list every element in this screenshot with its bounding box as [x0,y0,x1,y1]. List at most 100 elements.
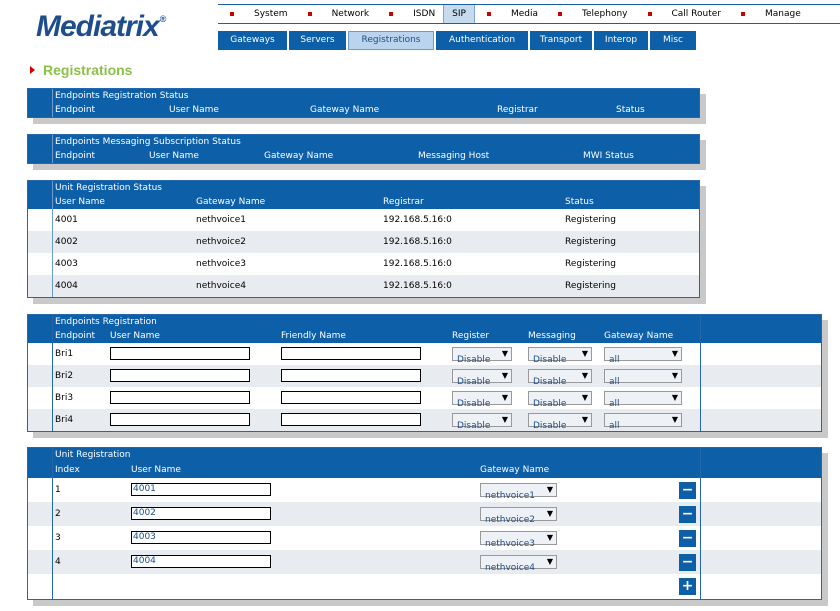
user-name-field[interactable]: 4001 [131,483,271,496]
messaging-select[interactable]: Disable ▼ [528,369,592,387]
chevron-down-icon: ▼ [671,393,678,402]
nav-isdn[interactable]: ISDN [377,5,443,23]
tab-servers[interactable]: Servers [289,31,346,50]
register-select[interactable]: Disable ▼ [452,391,512,409]
tab-misc[interactable]: Misc [650,31,696,50]
friendly-name-field[interactable] [281,391,421,404]
gateway-select[interactable]: all ▼ [604,413,682,431]
gateway-select[interactable]: all ▼ [604,369,682,387]
chevron-down-icon: ▼ [671,415,678,424]
tab-registrations[interactable]: Registrations [348,31,434,50]
user-name-field[interactable] [110,413,250,426]
table-row: 4 4004 nethvoice4 ▼ − [28,550,821,574]
nav-system[interactable]: System [218,5,296,23]
top-nav: System Network ISDN SIP Media Telephony … [218,4,840,24]
remove-button[interactable]: − [679,506,696,523]
user-name-field[interactable] [110,391,250,404]
tab-authentication[interactable]: Authentication [436,31,528,50]
col-endpoint: Endpoint [55,151,96,161]
register-select[interactable]: Disable ▼ [452,413,512,431]
col-index: Index [55,465,80,475]
table-row: 4003 nethvoice3 192.168.5.16:0 Registering [55,259,616,269]
user-name-field[interactable]: 4003 [131,531,271,544]
panel-title: Endpoints Registration [55,317,157,327]
nav-media[interactable]: Media [475,5,546,23]
register-select[interactable]: Disable ▼ [452,369,512,387]
nav-sip[interactable]: SIP [443,5,475,23]
table-row: Bri2 Disable ▼ Disable ▼ all ▼ [28,365,821,387]
remove-button[interactable]: − [679,530,696,547]
col-gateway-name: Gateway Name [264,151,334,161]
messaging-select[interactable]: Disable ▼ [528,347,592,365]
panel-header: Endpoints Registration Status Endpoint U… [28,89,699,117]
col-register: Register [452,331,490,341]
gateway-select[interactable]: nethvoice2 ▼ [480,507,557,525]
gateway-select[interactable]: nethvoice3 ▼ [480,531,557,549]
tab-transport[interactable]: Transport [530,31,592,50]
friendly-name-field[interactable] [281,413,421,426]
chevron-down-icon: ▼ [581,415,588,424]
user-name-field[interactable]: 4004 [131,555,271,568]
chevron-down-icon: ▼ [581,371,588,380]
endpoints-registration-status-panel: Endpoints Registration Status Endpoint U… [27,88,700,118]
col-gateway-name: Gateway Name [310,105,380,115]
add-button[interactable]: + [679,578,696,595]
chevron-down-icon: ▼ [671,371,678,380]
mediatrix-logo: Mediatrix® [36,10,166,43]
page-title: Registrations [30,62,132,78]
friendly-name-field[interactable] [281,369,421,382]
col-status: Status [616,105,645,115]
chevron-down-icon: ▼ [501,349,508,358]
chevron-down-icon: ▼ [581,393,588,402]
chevron-down-icon: ▼ [546,557,553,566]
user-name-field[interactable]: 4002 [131,507,271,520]
nav-manage[interactable]: Manage [729,5,809,23]
gateway-select[interactable]: all ▼ [604,391,682,409]
unit-registration-status-panel: Unit Registration Status User Name Gatew… [27,180,700,298]
col-messaging-host: Messaging Host [418,151,490,161]
user-name-field[interactable] [110,347,250,360]
gateway-select[interactable]: nethvoice4 ▼ [480,555,557,573]
col-gateway-name: Gateway Name [196,197,266,207]
gateway-select[interactable]: all ▼ [604,347,682,365]
nav-telephony[interactable]: Telephony [546,5,636,23]
col-messaging: Messaging [528,331,576,341]
chevron-down-icon: ▼ [546,533,553,542]
user-name-field[interactable] [110,369,250,382]
col-endpoint: Endpoint [55,331,96,341]
chevron-down-icon: ▼ [501,371,508,380]
messaging-select[interactable]: Disable ▼ [528,391,592,409]
nav-call-router[interactable]: Call Router [636,5,730,23]
unit-registration-panel: Unit Registration Index User Name Gatewa… [27,447,822,600]
col-user-name: User Name [131,465,181,475]
remove-button[interactable]: − [679,482,696,499]
table-row: 4004 nethvoice4 192.168.5.16:0 Registering [28,275,699,297]
col-user-name: User Name [169,105,219,115]
nav-network[interactable]: Network [296,5,378,23]
table-row: 3 4003 nethvoice3 ▼ − [28,526,821,550]
bullet-icon [647,12,652,16]
table-row: Bri1 Disable ▼ Disable ▼ all ▼ [28,343,821,365]
endpoints-registration-panel: Endpoints Registration Endpoint User Nam… [27,314,822,432]
table-row: 2 4002 nethvoice2 ▼ − [28,502,821,526]
col-mwi-status: MWI Status [583,151,634,161]
friendly-name-field[interactable] [281,347,421,360]
table-row: 1 4001 nethvoice1 ▼ − [28,478,821,502]
col-gateway-name: Gateway Name [480,465,550,475]
gateway-select[interactable]: nethvoice1 ▼ [480,483,557,501]
tab-gateways[interactable]: Gateways [218,31,287,50]
col-friendly-name: Friendly Name [281,331,346,341]
table-row: 4002 nethvoice2 192.168.5.16:0 Registering [28,231,699,253]
col-registrar: Registrar [383,197,424,207]
tab-interop[interactable]: Interop [594,31,648,50]
col-user-name: User Name [149,151,199,161]
panel-title: Unit Registration Status [55,183,162,193]
bullet-icon [230,12,234,16]
arrow-bullet-icon [30,66,35,74]
bullet-icon [558,12,562,16]
messaging-select[interactable]: Disable ▼ [528,413,592,431]
remove-button[interactable]: − [679,554,696,571]
panel-title: Unit Registration [55,450,131,460]
register-select[interactable]: Disable ▼ [452,347,512,365]
table-row: Bri4 Disable ▼ Disable ▼ all ▼ [28,409,821,431]
